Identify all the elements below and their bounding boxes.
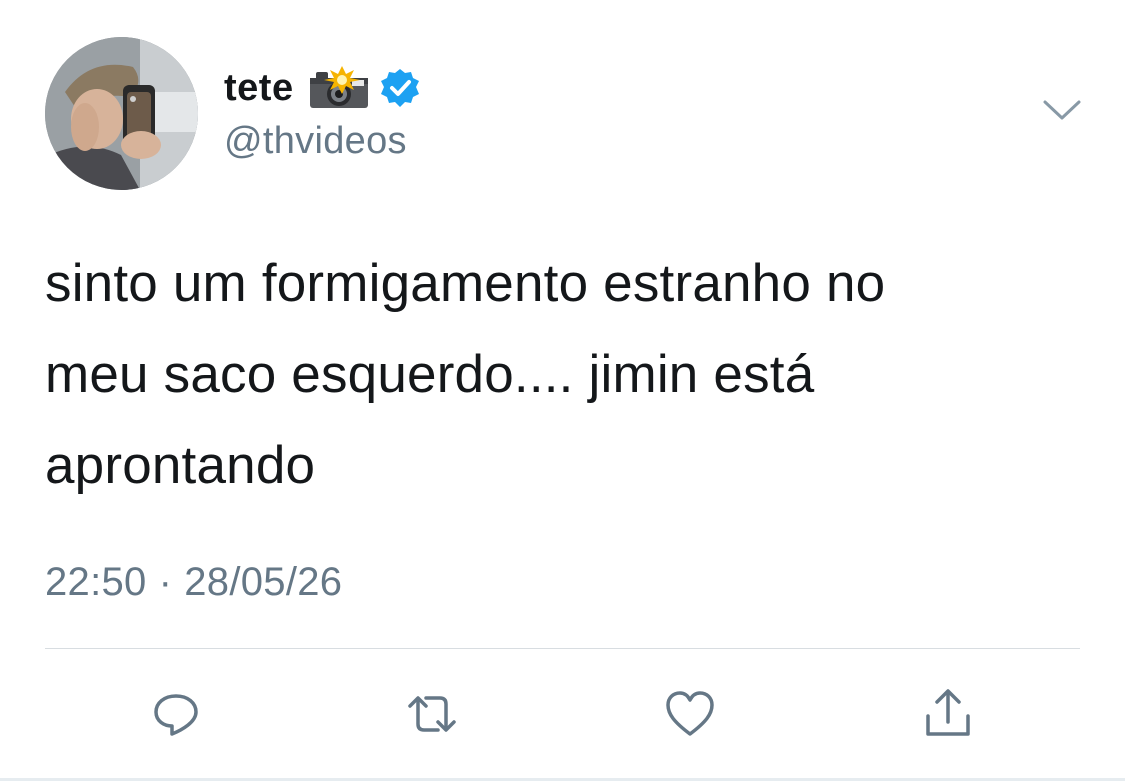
tweet-text-line: meu saco esquerdo.... jimin está xyxy=(45,345,815,404)
heart-icon xyxy=(666,691,714,736)
reply-button[interactable] xyxy=(146,684,206,744)
tweet-time[interactable]: 22:50 xyxy=(45,560,147,605)
share-icon xyxy=(926,689,970,736)
share-button[interactable] xyxy=(918,684,978,744)
retweet-icon xyxy=(408,696,456,732)
tweet-meta: 22:50 · 28/05/26 xyxy=(45,560,342,605)
tweet-text-line: aprontando xyxy=(45,436,316,495)
tweet-card: tete @thvideos sinto um formigamento est… xyxy=(0,0,1125,781)
avatar[interactable] xyxy=(45,37,198,190)
display-name-row: tete xyxy=(224,62,420,114)
author-block: tete @thvideos xyxy=(224,62,420,163)
author-handle[interactable]: @thvideos xyxy=(224,120,420,163)
tweet-text: sinto um formigamento estranho no meu sa… xyxy=(45,238,1085,511)
chevron-down-icon[interactable] xyxy=(1042,98,1082,122)
like-button[interactable] xyxy=(660,684,720,744)
avatar-photo xyxy=(45,37,198,190)
retweet-button[interactable] xyxy=(402,684,462,744)
reply-icon xyxy=(154,694,198,736)
tweet-text-line: sinto um formigamento estranho no xyxy=(45,254,886,313)
meta-separator: · xyxy=(158,560,173,604)
camera-with-flash-icon xyxy=(309,66,368,108)
verified-badge-icon xyxy=(380,69,419,107)
tweet-date[interactable]: 28/05/26 xyxy=(184,560,342,605)
divider xyxy=(45,648,1080,649)
display-name[interactable]: tete xyxy=(224,67,294,110)
